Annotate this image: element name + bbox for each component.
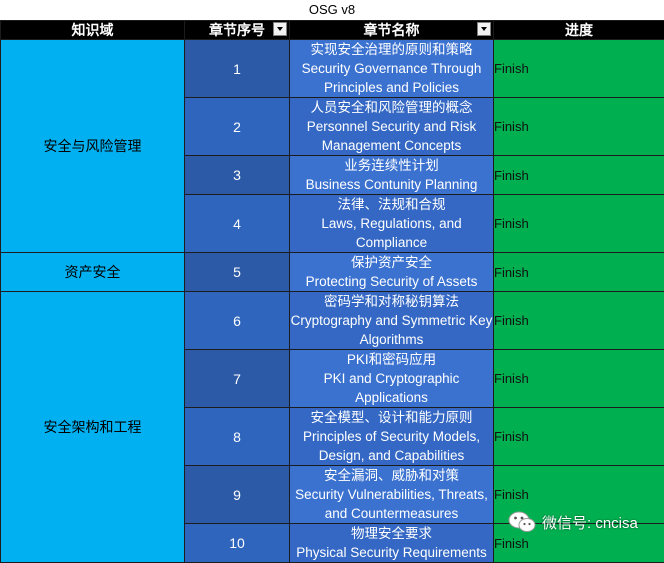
chapter-number-cell[interactable]: 10 <box>185 524 290 563</box>
chapter-name-en: Cryptography and Symmetric Key Algorithm… <box>290 311 493 349</box>
domain-cell[interactable]: 资产安全 <box>1 253 185 292</box>
header-chapter-name-label: 章节名称 <box>364 22 420 38</box>
chapter-name-cn: 业务连续性计划 <box>290 156 493 175</box>
chapter-name-cell[interactable]: 保护资产安全 Protecting Security of Assets <box>290 253 494 292</box>
chapter-name-en: Business Contunity Planning <box>290 175 493 194</box>
chapter-number-cell[interactable]: 4 <box>185 195 290 253</box>
chapter-name-cell[interactable]: 法律、法规和合规 Laws, Regulations, and Complian… <box>290 195 494 253</box>
progress-cell[interactable]: Finish <box>494 350 664 408</box>
chapter-name-en: Security Governance Through Principles a… <box>290 59 493 97</box>
chapter-number-cell[interactable]: 2 <box>185 98 290 156</box>
header-progress-label: 进度 <box>565 22 593 38</box>
chapter-name-cn: 物理安全要求 <box>290 524 493 543</box>
chapter-name-cn: PKI和密码应用 <box>290 350 493 369</box>
chapter-name-cn: 密码学和对称秘钥算法 <box>290 292 493 311</box>
sheet-title[interactable]: OSG v8 <box>0 0 664 21</box>
wechat-watermark: 微信号: cncisa <box>508 508 638 536</box>
chapter-name-en: Physical Security Requirements <box>290 543 493 562</box>
chapter-number-cell[interactable]: 3 <box>185 156 290 195</box>
filter-dropdown-icon[interactable] <box>477 22 491 36</box>
chapter-name-cn: 安全漏洞、威胁和对策 <box>290 466 493 485</box>
header-row: 知识域 章节序号 章节名称 进度 <box>1 21 664 40</box>
header-chapter-name[interactable]: 章节名称 <box>290 21 494 40</box>
chapter-name-cn: 保护资产安全 <box>290 253 493 272</box>
table-row: 安全与风险管理 1 实现安全治理的原则和策略 Security Governan… <box>1 40 664 98</box>
progress-cell[interactable]: Finish <box>494 253 664 292</box>
chapter-name-cell[interactable]: 密码学和对称秘钥算法 Cryptography and Symmetric Ke… <box>290 292 494 350</box>
chapter-name-en: Personnel Security and Risk Management C… <box>290 117 493 155</box>
header-domain[interactable]: 知识域 <box>1 21 185 40</box>
progress-cell[interactable]: Finish <box>494 98 664 156</box>
progress-cell[interactable]: Finish <box>494 292 664 350</box>
header-progress[interactable]: 进度 <box>494 21 664 40</box>
chapter-name-en: Laws, Regulations, and Compliance <box>290 214 493 252</box>
chapter-name-en: Security Vulnerabilities, Threats, and C… <box>290 485 493 523</box>
header-chapter-no-label: 章节序号 <box>209 22 265 38</box>
table-row: 安全架构和工程 6 密码学和对称秘钥算法 Cryptography and Sy… <box>1 292 664 350</box>
chapter-name-cell[interactable]: 业务连续性计划 Business Contunity Planning <box>290 156 494 195</box>
chapter-number-cell[interactable]: 7 <box>185 350 290 408</box>
chapter-name-cell[interactable]: PKI和密码应用 PKI and Cryptographic Applicati… <box>290 350 494 408</box>
watermark-text: 微信号: cncisa <box>542 512 638 533</box>
chapter-number-cell[interactable]: 5 <box>185 253 290 292</box>
chapter-number-cell[interactable]: 9 <box>185 466 290 524</box>
spreadsheet: OSG v8 知识域 章节序号 章节名称 进度 安全与风险管理 1 实现安全治理… <box>0 0 664 552</box>
chapter-name-en: Principles of Security Models, Design, a… <box>290 427 493 465</box>
chapter-name-cn: 安全模型、设计和能力原则 <box>290 408 493 427</box>
filter-dropdown-icon[interactable] <box>273 22 287 36</box>
chapter-name-cell[interactable]: 人员安全和风险管理的概念 Personnel Security and Risk… <box>290 98 494 156</box>
chapter-name-cell[interactable]: 安全漏洞、威胁和对策 Security Vulnerabilities, Thr… <box>290 466 494 524</box>
progress-cell[interactable]: Finish <box>494 195 664 253</box>
study-progress-table: 知识域 章节序号 章节名称 进度 安全与风险管理 1 实现安全治理的原则和策略 … <box>0 20 664 563</box>
domain-cell[interactable]: 安全架构和工程 <box>1 292 185 563</box>
chapter-name-cn: 实现安全治理的原则和策略 <box>290 40 493 59</box>
progress-cell[interactable]: Finish <box>494 40 664 98</box>
header-chapter-no[interactable]: 章节序号 <box>185 21 290 40</box>
header-domain-label: 知识域 <box>72 22 114 38</box>
chapter-name-cell[interactable]: 物理安全要求 Physical Security Requirements <box>290 524 494 563</box>
chapter-name-cn: 法律、法规和合规 <box>290 195 493 214</box>
domain-cell[interactable]: 安全与风险管理 <box>1 40 185 253</box>
chapter-number-cell[interactable]: 1 <box>185 40 290 98</box>
chapter-name-cell[interactable]: 实现安全治理的原则和策略 Security Governance Through… <box>290 40 494 98</box>
progress-cell[interactable]: Finish <box>494 156 664 195</box>
chapter-number-cell[interactable]: 8 <box>185 408 290 466</box>
progress-cell[interactable]: Finish <box>494 408 664 466</box>
chapter-name-cn: 人员安全和风险管理的概念 <box>290 98 493 117</box>
chapter-number-cell[interactable]: 6 <box>185 292 290 350</box>
wechat-icon <box>508 510 536 534</box>
table-row: 资产安全 5 保护资产安全 Protecting Security of Ass… <box>1 253 664 292</box>
chapter-name-cell[interactable]: 安全模型、设计和能力原则 Principles of Security Mode… <box>290 408 494 466</box>
chapter-name-en: Protecting Security of Assets <box>290 272 493 291</box>
chapter-name-en: PKI and Cryptographic Applications <box>290 369 493 407</box>
